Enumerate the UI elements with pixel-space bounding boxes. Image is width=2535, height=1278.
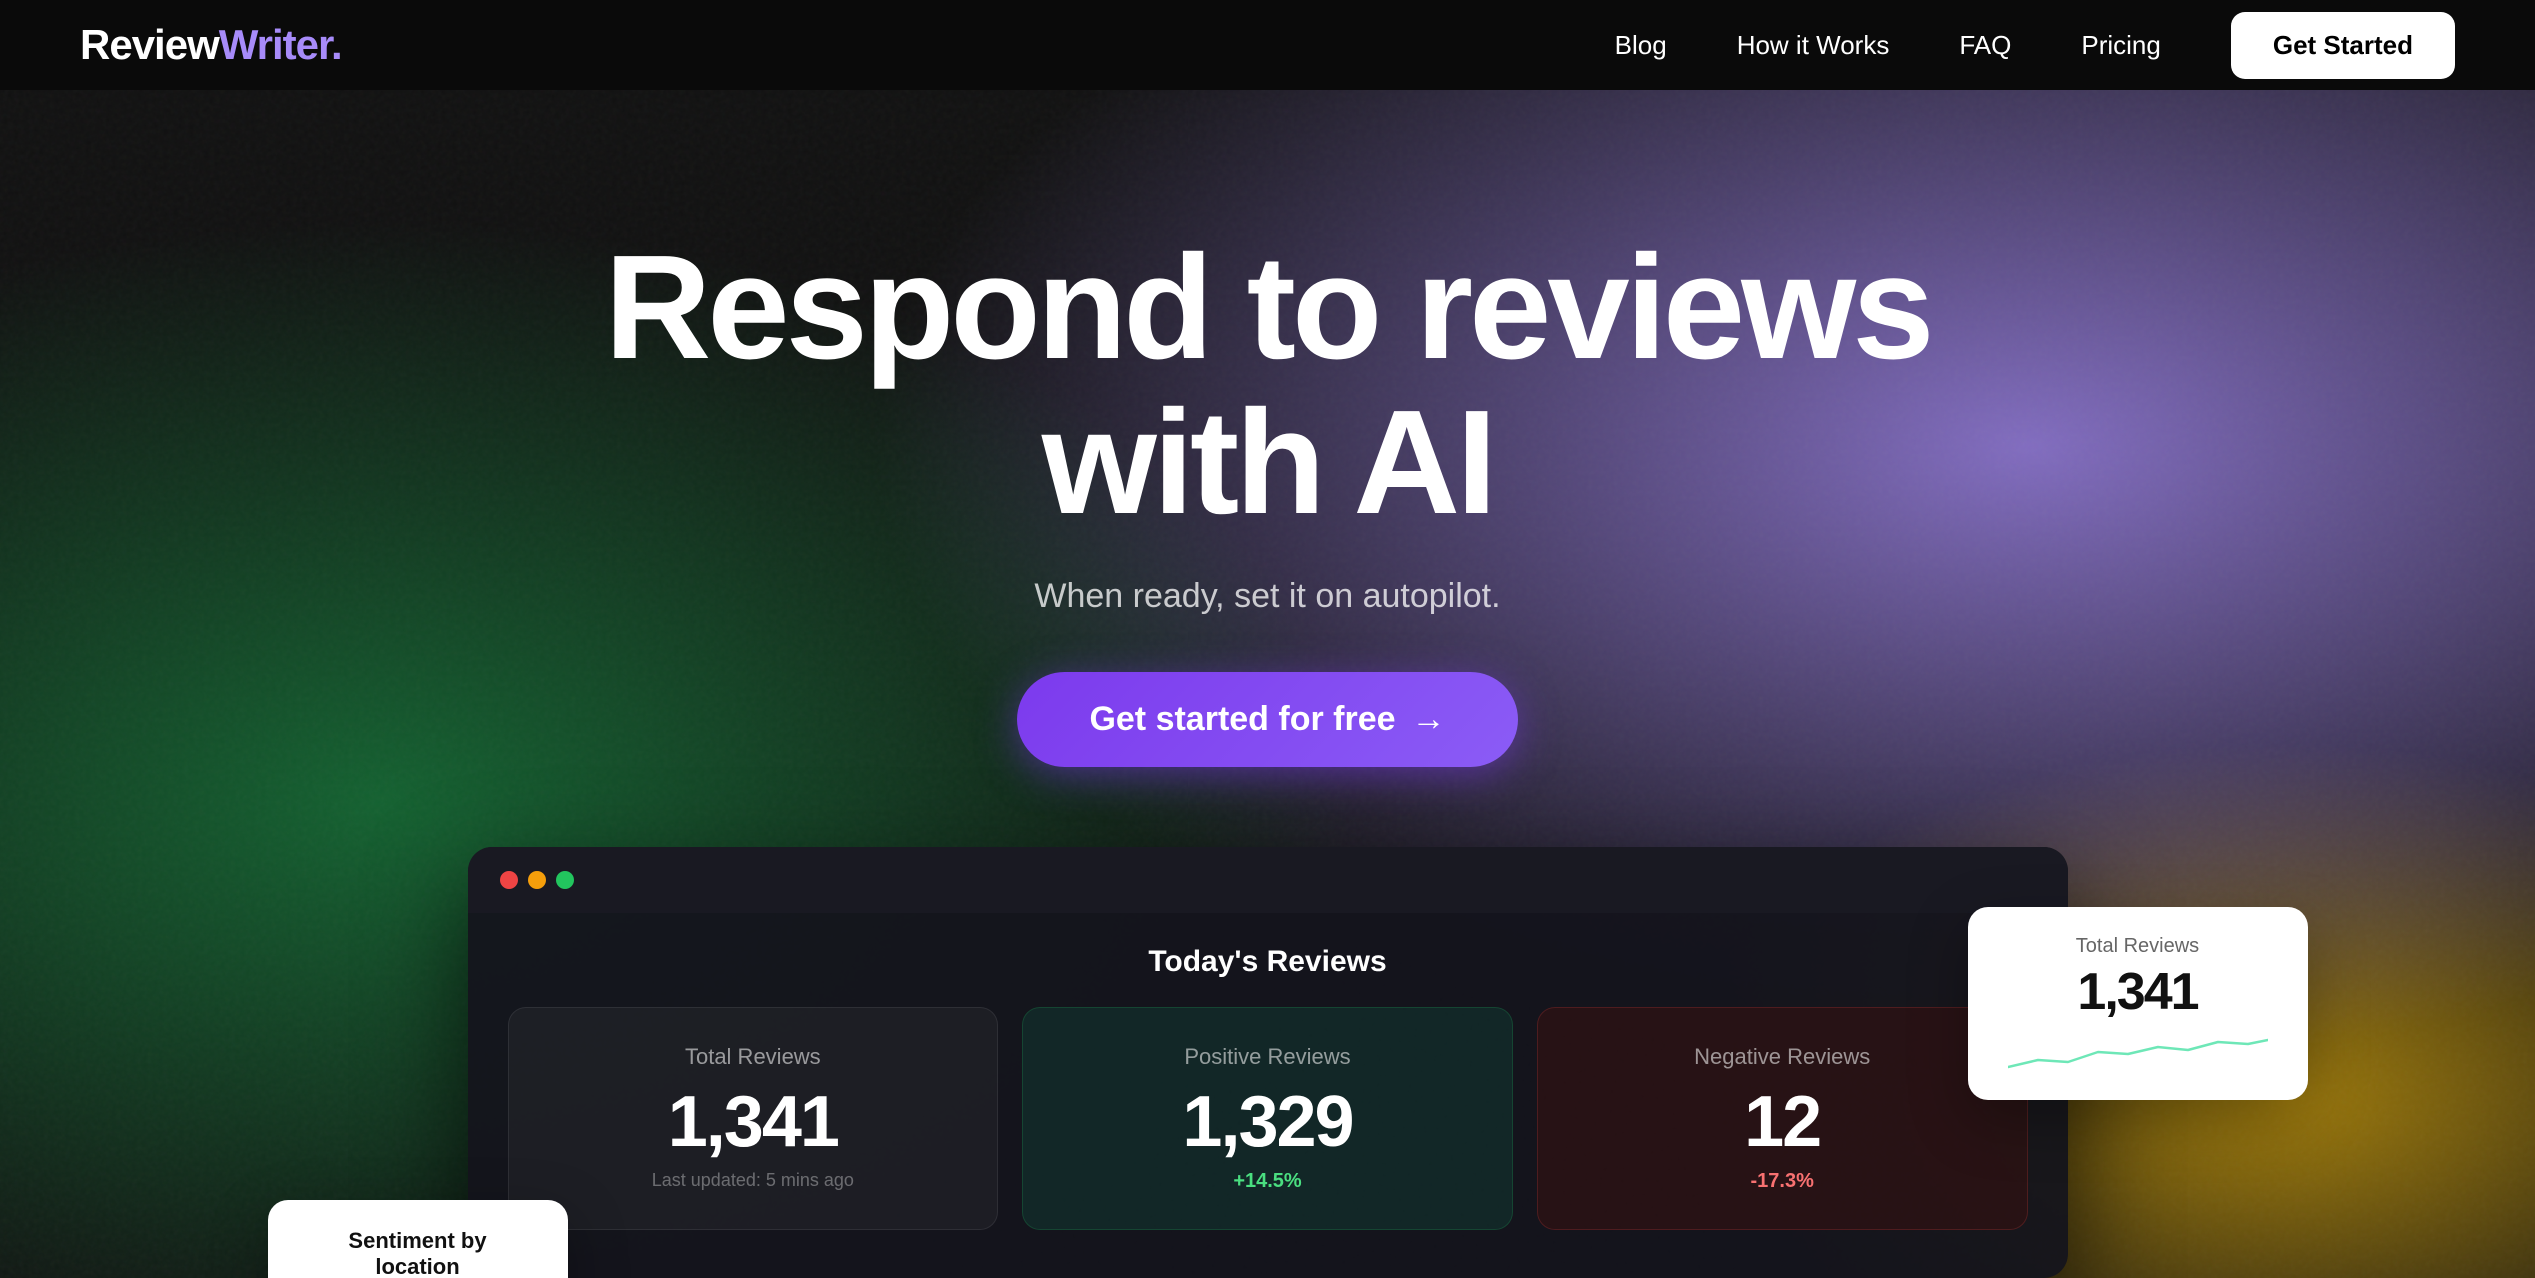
nav-link-blog[interactable]: Blog bbox=[1615, 30, 1667, 61]
stat-value-negative: 12 bbox=[1578, 1086, 1987, 1158]
floating-total-reviews-card: Total Reviews 1,341 bbox=[1968, 907, 2308, 1100]
stat-card-positive: Positive Reviews 1,329 +14.5% bbox=[1022, 1007, 1513, 1230]
stats-row: Total Reviews 1,341 Last updated: 5 mins… bbox=[508, 1007, 2028, 1230]
stat-change-negative: -17.3% bbox=[1578, 1170, 1987, 1193]
dashboard-card: Today's Reviews Total Reviews 1,341 Last… bbox=[468, 847, 2068, 1278]
hero-title-line2: with AI bbox=[1042, 380, 1494, 545]
stat-label-positive: Positive Reviews bbox=[1063, 1044, 1472, 1070]
nav-links: Blog How it Works FAQ Pricing Get Starte… bbox=[1615, 12, 2455, 79]
stat-label-total: Total Reviews bbox=[549, 1044, 958, 1070]
floating-total-value: 1,341 bbox=[2004, 966, 2272, 1018]
stat-meta-total: Last updated: 5 mins ago bbox=[549, 1170, 958, 1191]
nav-get-started-button[interactable]: Get Started bbox=[2231, 12, 2455, 79]
titlebar-dot-green bbox=[556, 871, 574, 889]
titlebar-dot-red bbox=[500, 871, 518, 889]
logo[interactable]: ReviewWriter. bbox=[80, 21, 342, 69]
stat-label-negative: Negative Reviews bbox=[1578, 1044, 1987, 1070]
nav-link-how-it-works[interactable]: How it Works bbox=[1737, 30, 1890, 61]
nav-link-pricing[interactable]: Pricing bbox=[2081, 30, 2160, 61]
stat-value-total: 1,341 bbox=[549, 1086, 958, 1158]
dashboard-titlebar bbox=[468, 847, 2068, 913]
hero-title: Respond to reviews with AI bbox=[604, 230, 1930, 541]
dashboard-body: Today's Reviews Total Reviews 1,341 Last… bbox=[468, 913, 2068, 1278]
stat-value-positive: 1,329 bbox=[1063, 1086, 1472, 1158]
logo-writer-text: Writer bbox=[219, 21, 331, 68]
hero-cta-button[interactable]: Get started for free → bbox=[1017, 672, 1517, 767]
hero-section: Respond to reviews with AI When ready, s… bbox=[0, 90, 2535, 1278]
floating-sentiment-card: Sentiment by location bbox=[268, 1200, 568, 1278]
hero-cta-arrow: → bbox=[1412, 700, 1446, 739]
titlebar-dot-yellow bbox=[528, 871, 546, 889]
navbar: ReviewWriter. Blog How it Works FAQ Pric… bbox=[0, 0, 2535, 90]
hero-content: Respond to reviews with AI When ready, s… bbox=[468, 90, 2068, 1278]
floating-sentiment-label: Sentiment by location bbox=[304, 1228, 532, 1278]
floating-mini-chart bbox=[2004, 1032, 2272, 1072]
hero-subtitle: When ready, set it on autopilot. bbox=[1034, 577, 1500, 616]
logo-dot: . bbox=[331, 21, 342, 68]
nav-link-faq[interactable]: FAQ bbox=[1959, 30, 2011, 61]
stat-card-negative: Negative Reviews 12 -17.3% bbox=[1537, 1007, 2028, 1230]
dashboard-wrapper: Total Reviews 1,341 Sentiment by locatio… bbox=[468, 847, 2068, 1278]
dashboard-section-title: Today's Reviews bbox=[508, 945, 2028, 979]
hero-title-line1: Respond to reviews bbox=[604, 225, 1930, 390]
floating-total-label: Total Reviews bbox=[2004, 935, 2272, 958]
stat-change-positive: +14.5% bbox=[1063, 1170, 1472, 1193]
logo-review-text: Review bbox=[80, 21, 219, 68]
hero-cta-label: Get started for free bbox=[1089, 700, 1395, 739]
stat-card-total: Total Reviews 1,341 Last updated: 5 mins… bbox=[508, 1007, 999, 1230]
